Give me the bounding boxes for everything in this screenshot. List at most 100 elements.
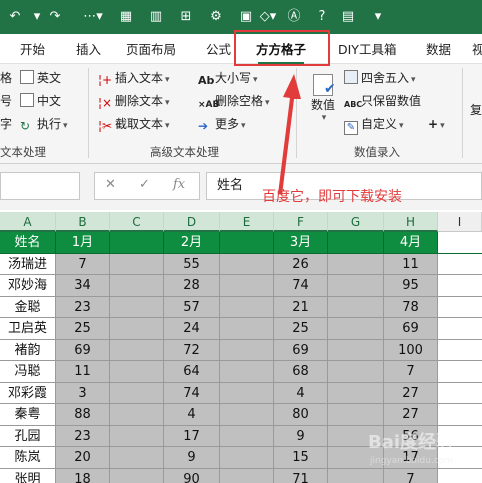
table-cell[interactable]: 7: [56, 253, 110, 275]
insert-table-icon[interactable]: ⊞: [176, 6, 196, 28]
help-icon[interactable]: ?: [312, 6, 332, 28]
table-cell[interactable]: [220, 425, 274, 447]
table-cell[interactable]: [328, 339, 384, 361]
tab-data[interactable]: 数据: [426, 39, 451, 61]
header-cell[interactable]: 1月: [56, 232, 110, 254]
table-cell[interactable]: 23: [56, 425, 110, 447]
insert-text-button[interactable]: ¦+ 插入文本 ▾: [98, 68, 170, 88]
table-cell[interactable]: [220, 404, 274, 426]
header-cell[interactable]: [110, 232, 164, 254]
table-cell[interactable]: [110, 318, 164, 340]
customize-toolbar-icon[interactable]: ▾: [370, 6, 386, 28]
custom-button[interactable]: ✎ 自定义 ▾: [344, 114, 404, 135]
table-cell[interactable]: 69: [274, 339, 328, 361]
table-cell[interactable]: [438, 361, 482, 383]
header-cell[interactable]: 2月: [164, 232, 220, 254]
table-cell[interactable]: [438, 275, 482, 297]
column-header-c[interactable]: C: [110, 212, 164, 232]
tab-insert[interactable]: 插入: [76, 39, 101, 61]
table-cell[interactable]: [110, 425, 164, 447]
table-cell[interactable]: 34: [56, 275, 110, 297]
table-cell[interactable]: 陈岚: [0, 447, 56, 469]
table-cell[interactable]: [438, 296, 482, 318]
round-button[interactable]: 四舍五入 ▾: [344, 68, 416, 88]
enter-icon[interactable]: ✓: [139, 177, 150, 192]
table-cell[interactable]: [328, 361, 384, 383]
table-cell[interactable]: 25: [56, 318, 110, 340]
table-cell[interactable]: 71: [274, 468, 328, 483]
screen-icon[interactable]: ▣: [236, 6, 256, 28]
table-cell[interactable]: 27: [384, 382, 438, 404]
table-cell[interactable]: 95: [384, 275, 438, 297]
keep-numeric-button[interactable]: ABC只保留数值: [344, 91, 421, 111]
table-cell[interactable]: 100: [384, 339, 438, 361]
table-cell[interactable]: 74: [274, 275, 328, 297]
table-cell[interactable]: 褚韵: [0, 339, 56, 361]
tab-formulas[interactable]: 公式: [206, 39, 231, 61]
column-header-e[interactable]: E: [220, 212, 274, 232]
table-cell[interactable]: 卫启英: [0, 318, 56, 340]
table-cell[interactable]: 冯聪: [0, 361, 56, 383]
add-button[interactable]: + ▾: [428, 114, 445, 134]
table-cell[interactable]: 69: [384, 318, 438, 340]
table-cell[interactable]: 孔园: [0, 425, 56, 447]
cancel-icon[interactable]: ✕: [105, 177, 116, 192]
table-cell[interactable]: [110, 253, 164, 275]
column-header-h[interactable]: H: [384, 212, 438, 232]
table-cell[interactable]: 秦粤: [0, 404, 56, 426]
table-cell[interactable]: 28: [164, 275, 220, 297]
table-cell[interactable]: 69: [56, 339, 110, 361]
table-cell[interactable]: 4: [164, 404, 220, 426]
column-header-f[interactable]: F: [274, 212, 328, 232]
table-cell[interactable]: 68: [274, 361, 328, 383]
table-cell[interactable]: [438, 404, 482, 426]
table-cell[interactable]: 88: [56, 404, 110, 426]
table-cell[interactable]: 15: [274, 447, 328, 469]
tab-view[interactable]: 视: [472, 39, 482, 61]
column-header-g[interactable]: G: [328, 212, 384, 232]
settings-icon[interactable]: ⚙: [206, 6, 226, 28]
tab-home[interactable]: 开始: [20, 39, 45, 61]
table-cell[interactable]: 55: [164, 253, 220, 275]
table-cell[interactable]: [110, 468, 164, 483]
table-cell[interactable]: 80: [274, 404, 328, 426]
table-cell[interactable]: 11: [56, 361, 110, 383]
table-cell[interactable]: 57: [164, 296, 220, 318]
table-cell[interactable]: 9: [274, 425, 328, 447]
table-cell[interactable]: [110, 339, 164, 361]
column-header-b[interactable]: B: [56, 212, 110, 232]
copy-button-partial[interactable]: 复: [470, 100, 482, 120]
column-header-i[interactable]: I: [438, 212, 482, 232]
chart-icon[interactable]: ▥: [146, 6, 166, 28]
header-cell[interactable]: [220, 232, 274, 254]
column-header-a[interactable]: A: [0, 212, 56, 232]
table-cell[interactable]: 4: [274, 382, 328, 404]
document-icon[interactable]: ▤: [338, 6, 358, 28]
text-box-icon[interactable]: Ⓐ: [284, 6, 304, 28]
table-cell[interactable]: 90: [164, 468, 220, 483]
table-cell[interactable]: [220, 447, 274, 469]
table-cell[interactable]: [328, 296, 384, 318]
table-cell[interactable]: 金聪: [0, 296, 56, 318]
table-cell[interactable]: [110, 275, 164, 297]
fx-icon[interactable]: fx: [173, 177, 185, 192]
table-cell[interactable]: [110, 382, 164, 404]
table-cell[interactable]: 邓妙海: [0, 275, 56, 297]
column-header-d[interactable]: D: [164, 212, 220, 232]
table-cell[interactable]: 26: [274, 253, 328, 275]
table-cell[interactable]: 20: [56, 447, 110, 469]
header-cell[interactable]: [328, 232, 384, 254]
table-cell[interactable]: [438, 318, 482, 340]
table-cell[interactable]: 3: [56, 382, 110, 404]
delete-space-button[interactable]: ×AB删除空格 ▾: [198, 91, 270, 111]
english-button[interactable]: 英文: [20, 68, 61, 88]
table-cell[interactable]: [438, 253, 482, 275]
table-cell[interactable]: [438, 382, 482, 404]
name-box[interactable]: [0, 172, 80, 200]
table-cell[interactable]: 9: [164, 447, 220, 469]
header-cell[interactable]: [438, 232, 482, 254]
borders-icon[interactable]: ⋯▾: [80, 6, 106, 28]
table-cell[interactable]: [328, 275, 384, 297]
tab-diy-toolbox[interactable]: DIY工具箱: [338, 39, 396, 61]
undo-dropdown-icon[interactable]: ▾: [28, 6, 46, 28]
